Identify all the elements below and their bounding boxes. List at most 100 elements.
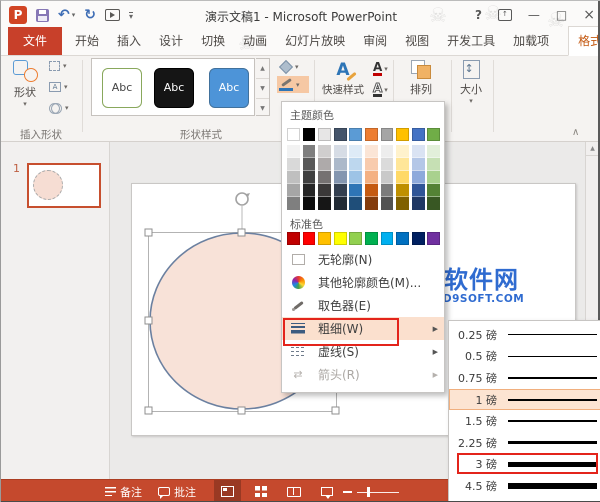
color-swatch[interactable] [363, 144, 379, 159]
shape-style-chip[interactable]: Abc [209, 67, 249, 108]
color-swatch[interactable] [379, 144, 395, 159]
weight-option-1.5磅[interactable]: 1.5 磅 [449, 410, 600, 432]
help-button[interactable]: ? [475, 8, 482, 22]
zoom-slider-thumb[interactable] [367, 487, 370, 497]
color-swatch[interactable] [349, 232, 363, 245]
tab-审阅[interactable]: 审阅 [354, 27, 396, 55]
text-outline-button[interactable]: A ▾ [372, 82, 388, 97]
zoom-out-button[interactable] [343, 491, 352, 493]
color-swatch[interactable] [302, 128, 316, 141]
rotate-handle[interactable] [235, 192, 249, 206]
color-swatch[interactable] [379, 196, 395, 211]
color-swatch[interactable] [379, 157, 395, 172]
resize-handle[interactable] [331, 406, 340, 415]
weight-option-4.5磅[interactable]: 4.5 磅 [449, 475, 600, 497]
color-swatch[interactable] [301, 157, 317, 172]
minimize-button[interactable]: — [528, 8, 540, 22]
color-swatch[interactable] [287, 232, 300, 245]
color-swatch[interactable] [410, 183, 426, 198]
color-swatch[interactable] [426, 144, 442, 159]
resize-handle[interactable] [144, 406, 153, 415]
resize-handle[interactable] [237, 228, 246, 237]
weight-option-0.25磅[interactable]: 0.25 磅 [449, 324, 600, 346]
color-swatch[interactable] [286, 170, 301, 185]
color-swatch[interactable] [395, 144, 410, 159]
color-swatch[interactable] [426, 170, 442, 185]
color-swatch[interactable] [348, 157, 364, 172]
tab-视图[interactable]: 视图 [396, 27, 438, 55]
color-swatch[interactable] [426, 183, 442, 198]
color-swatch[interactable] [286, 196, 301, 211]
color-swatch[interactable] [363, 170, 379, 185]
gallery-scrollbar[interactable]: ▲ ▼ ▼ [256, 58, 270, 116]
tab-设计[interactable]: 设计 [150, 27, 192, 55]
color-swatch[interactable] [380, 128, 394, 141]
weight-option-1磅[interactable]: 1 磅 [449, 388, 600, 411]
menu-item-eyedropper[interactable]: 取色器(E) [282, 294, 444, 317]
color-swatch[interactable] [317, 183, 332, 198]
color-swatch[interactable] [301, 170, 317, 185]
color-swatch[interactable] [348, 144, 364, 159]
gallery-up-icon[interactable]: ▲ [256, 59, 269, 79]
gallery-more-icon[interactable]: ▼ [256, 99, 269, 118]
color-swatch[interactable] [317, 170, 332, 185]
color-swatch[interactable] [395, 170, 410, 185]
comments-button[interactable]: 批注 [158, 480, 196, 502]
menu-item-no-outline[interactable]: 无轮廓(N) [282, 248, 444, 271]
resize-handle[interactable] [144, 228, 153, 237]
slide-sorter-button[interactable] [247, 480, 274, 502]
color-swatch[interactable] [349, 128, 363, 141]
zoom-slider-track[interactable] [357, 491, 399, 493]
color-swatch[interactable] [348, 170, 364, 185]
color-swatch[interactable] [396, 232, 409, 245]
color-swatch[interactable] [317, 196, 332, 211]
color-swatch[interactable] [427, 232, 441, 245]
color-swatch[interactable] [410, 170, 426, 185]
color-swatch[interactable] [364, 128, 378, 141]
shapes-button[interactable]: 形状 ▾ [5, 58, 45, 108]
color-swatch[interactable] [286, 157, 301, 172]
tab-格式[interactable]: 格式 [568, 26, 600, 56]
weight-option-2.25磅[interactable]: 2.25 磅 [449, 432, 600, 454]
text-fill-button[interactable]: A ▾ [373, 61, 388, 76]
color-swatch[interactable] [411, 232, 425, 245]
color-swatch[interactable] [380, 232, 394, 245]
tab-开始[interactable]: 开始 [66, 27, 108, 55]
edit-shape-button[interactable]: ▾ [49, 61, 67, 71]
tab-文件[interactable]: 文件 [8, 27, 63, 55]
color-swatch[interactable] [332, 144, 348, 159]
resize-handle[interactable] [237, 406, 246, 415]
color-swatch[interactable] [333, 128, 347, 141]
shape-style-chip[interactable]: Abc [154, 67, 194, 108]
color-swatch[interactable] [287, 128, 300, 141]
color-swatch[interactable] [317, 144, 332, 159]
color-swatch[interactable] [301, 196, 317, 211]
color-swatch[interactable] [410, 144, 426, 159]
color-swatch[interactable] [286, 144, 301, 159]
tab-插入[interactable]: 插入 [108, 27, 150, 55]
weight-option-0.75磅[interactable]: 0.75 磅 [449, 367, 600, 389]
color-swatch[interactable] [363, 196, 379, 211]
close-button[interactable]: × [583, 7, 595, 23]
color-swatch[interactable] [410, 157, 426, 172]
color-swatch[interactable] [333, 232, 347, 245]
collapse-ribbon-icon[interactable]: ∧ [572, 127, 579, 138]
color-swatch[interactable] [396, 128, 409, 141]
size-button[interactable]: 大小 ▾ [453, 60, 489, 105]
merge-shapes-button[interactable]: ▾ [49, 103, 69, 114]
color-swatch[interactable] [332, 196, 348, 211]
menu-item-more-outline-colors[interactable]: 其他轮廓颜色(M)... [282, 271, 444, 294]
shape-style-chip[interactable]: Abc [102, 67, 142, 108]
shape-outline-button[interactable]: ▾ [277, 76, 309, 93]
color-swatch[interactable] [395, 183, 410, 198]
color-swatch[interactable] [332, 183, 348, 198]
color-swatch[interactable] [363, 157, 379, 172]
shape-fill-button[interactable]: ▾ [277, 59, 309, 75]
reading-view-button[interactable] [280, 480, 307, 502]
tab-切换[interactable]: 切换 [192, 27, 234, 55]
color-swatch[interactable] [332, 170, 348, 185]
slideshow-button[interactable] [313, 480, 340, 502]
color-swatch[interactable] [348, 196, 364, 211]
color-swatch[interactable] [318, 128, 331, 141]
color-swatch[interactable] [332, 157, 348, 172]
